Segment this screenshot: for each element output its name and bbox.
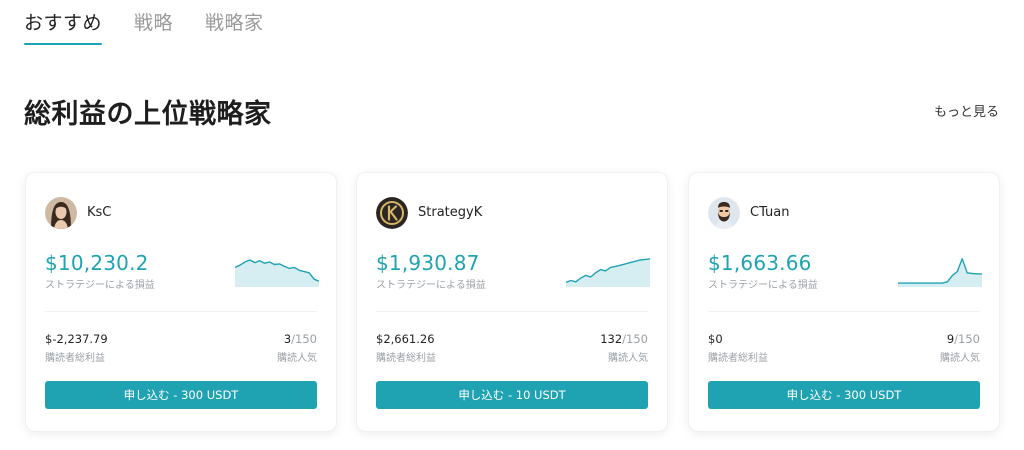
trader-name[interactable]: CTuan (750, 205, 790, 220)
card-divider (45, 311, 317, 312)
trader-card[interactable]: KsC $10,230.2 ストラテジーによる損益 $-2,237.79 購読者… (25, 172, 337, 432)
subscriber-count-max: /150 (954, 332, 980, 346)
subscriber-profit-value: $-2,237.79 (45, 332, 108, 346)
subscriber-count: 132/150 (600, 332, 648, 346)
strategy-pnl-label: ストラテジーによる損益 (45, 280, 155, 291)
strategy-pnl-label: ストラテジーによる損益 (376, 280, 486, 291)
subscriber-profit-label: 購読者総利益 (376, 353, 436, 364)
trader-name[interactable]: KsC (87, 205, 111, 220)
pnl-sparkline (566, 258, 650, 287)
pnl-sparkline (235, 259, 319, 287)
subscriber-count-max: /150 (291, 332, 317, 346)
strategy-pnl-label: ストラテジーによる損益 (708, 280, 818, 291)
pnl-sparkline (898, 258, 982, 287)
see-more-link[interactable]: もっと見る (934, 101, 999, 120)
trader-card[interactable]: StrategyK $1,930.87 ストラテジーによる損益 $2,661.2… (356, 172, 668, 432)
strategy-pnl-value: $1,930.87 (376, 251, 480, 275)
subscriber-count-value: 132 (600, 332, 623, 346)
card-divider (376, 311, 648, 312)
subscriber-profit-label: 購読者総利益 (45, 353, 105, 364)
trader-name[interactable]: StrategyK (418, 205, 482, 220)
card-divider (708, 311, 980, 312)
subscribe-button[interactable]: 申し込む - 300 USDT (708, 381, 980, 409)
popularity-label: 購読人気 (608, 353, 648, 364)
popularity-label: 購読人気 (277, 353, 317, 364)
sparkline-area (566, 258, 650, 287)
tab-strategies[interactable]: 戦略 (134, 0, 173, 46)
subscriber-profit-value: $0 (708, 332, 723, 346)
subscriber-profit-value: $2,661.26 (376, 332, 435, 346)
subscriber-count: 9/150 (947, 332, 980, 346)
subscribe-button[interactable]: 申し込む - 10 USDT (376, 381, 648, 409)
letter-k-logo-avatar-icon (376, 197, 408, 229)
subscriber-profit-label: 購読者総利益 (708, 353, 768, 364)
strategy-pnl-value: $10,230.2 (45, 251, 149, 275)
bearded-man-avatar-icon (708, 197, 740, 229)
tab-bar: おすすめ 戦略 戦略家 (24, 0, 264, 46)
trader-card[interactable]: CTuan $1,663.66 ストラテジーによる損益 $0 購読者総利益 9/… (688, 172, 1000, 432)
woman-portrait-avatar-icon (45, 197, 77, 229)
subscriber-count: 3/150 (284, 332, 317, 346)
strategy-pnl-value: $1,663.66 (708, 251, 812, 275)
subscribe-button[interactable]: 申し込む - 300 USDT (45, 381, 317, 409)
tab-recommended[interactable]: おすすめ (24, 0, 103, 46)
tab-strategists[interactable]: 戦略家 (205, 0, 264, 46)
section-title: 総利益の上位戦略家 (24, 99, 272, 130)
popularity-label: 購読人気 (940, 353, 980, 364)
subscriber-count-max: /150 (622, 332, 648, 346)
